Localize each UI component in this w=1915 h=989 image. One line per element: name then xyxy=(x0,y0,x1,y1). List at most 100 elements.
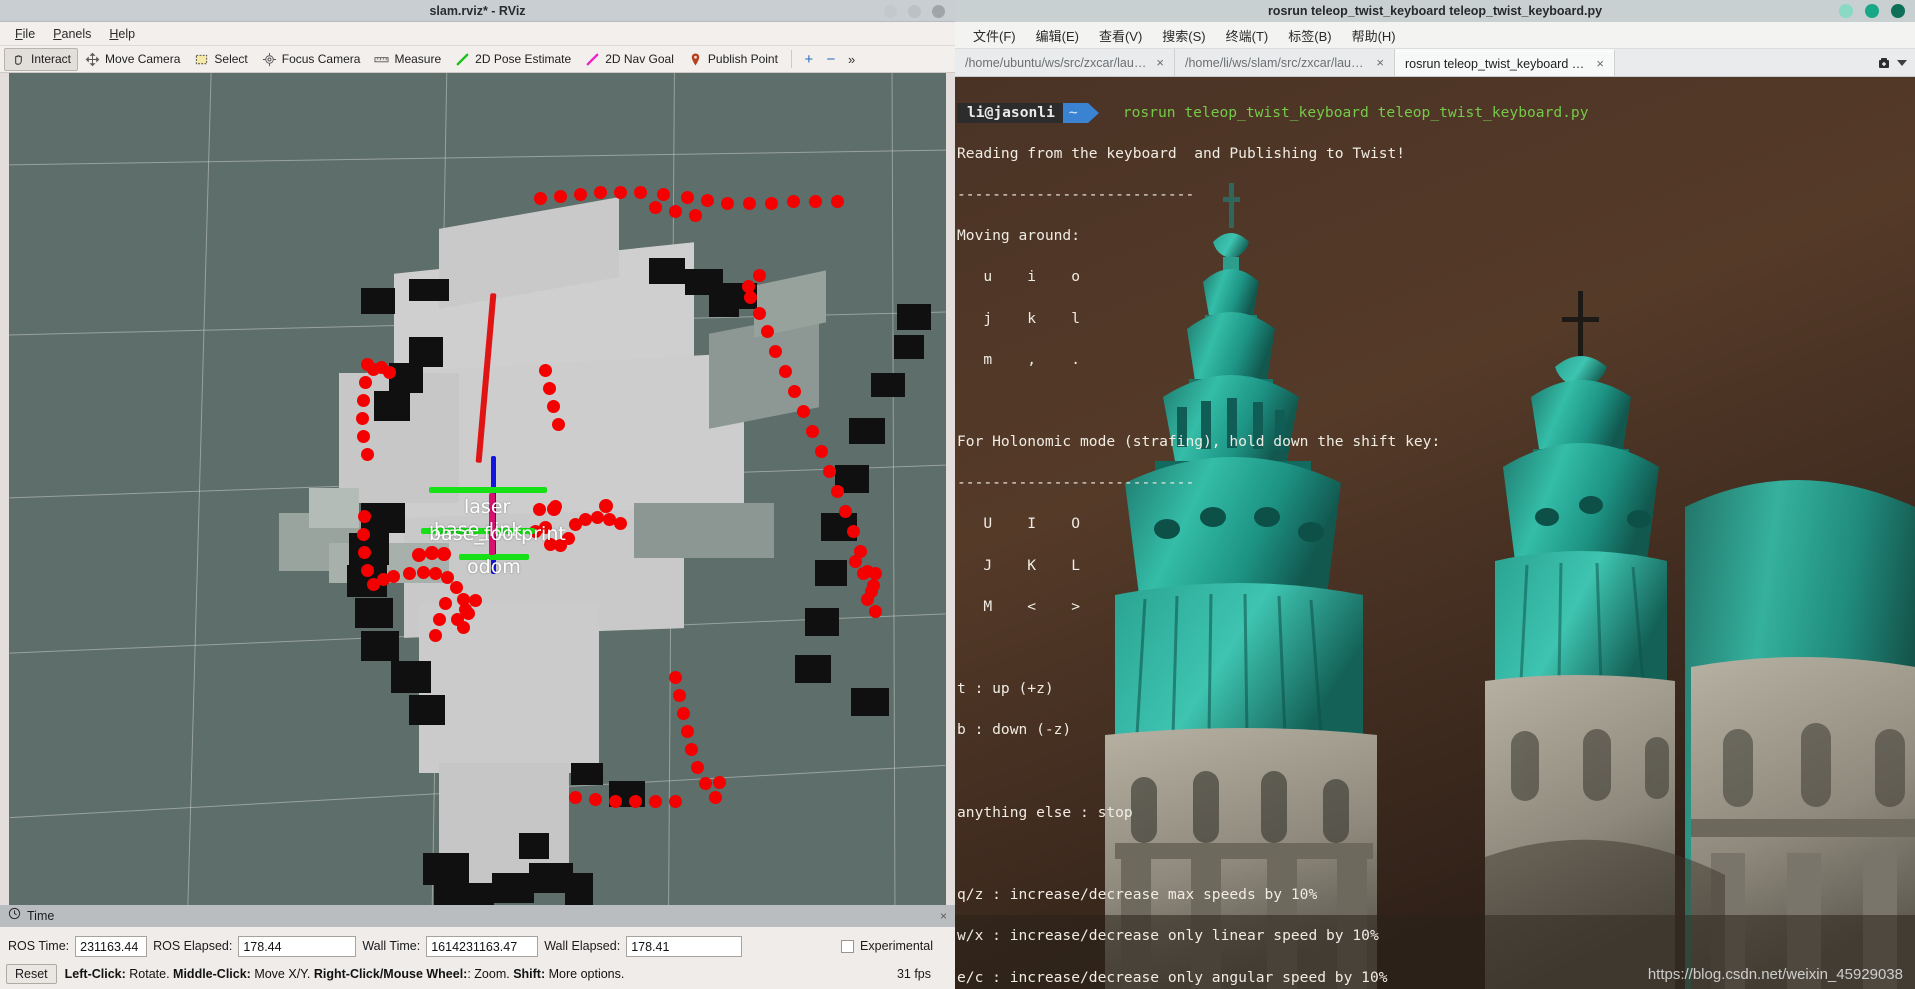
wall-time-input[interactable]: 1614231163.47 xyxy=(426,935,539,957)
tool-move-camera[interactable]: Move Camera xyxy=(78,48,187,71)
toolbar-separator xyxy=(790,50,792,68)
terminal-output-line: Moving around: xyxy=(957,227,1081,245)
tool-2d-nav-goal[interactable]: 2D Nav Goal xyxy=(578,48,681,71)
terminal-menu-file[interactable]: 文件(F) xyxy=(963,24,1026,47)
prompt-command: rosrun teleop_twist_keyboard teleop_twis… xyxy=(1122,103,1589,121)
fps-counter: 31 fps xyxy=(896,967,931,981)
view-canvas: laser base_link base_footprint odom xyxy=(9,73,946,905)
frame-label-laser: laser xyxy=(464,496,511,518)
wall-elapsed-input[interactable]: 178.41 xyxy=(626,935,743,957)
expand-right-panel-handle[interactable] xyxy=(946,73,955,905)
clock-icon xyxy=(8,907,21,925)
map-pin-icon xyxy=(688,52,703,67)
new-tab-icon[interactable] xyxy=(1875,54,1893,72)
ros-time-label: ROS Time: xyxy=(8,939,70,953)
prompt-path: ~ xyxy=(1062,102,1099,124)
tool-interact[interactable]: Interact xyxy=(4,47,79,71)
terminal-maximize-button[interactable] xyxy=(1865,4,1879,18)
frame-label-odom: odom xyxy=(467,556,521,578)
hint-3-text: More options. xyxy=(545,967,625,981)
y-axis-upper xyxy=(429,487,547,493)
hint-2-bold: Right-Click/Mouse Wheel: xyxy=(313,967,468,981)
terminal-output: li@jasonli ~ rosrun teleop_twist_keyboard… xyxy=(955,77,1915,989)
terminal-output-line: --------------------------- xyxy=(957,474,1195,492)
tool-publish-point[interactable]: Publish Point xyxy=(681,48,785,71)
terminal-prompt-line: li@jasonli ~ rosrun teleop_twist_keyboard… xyxy=(957,102,1915,124)
terminal-tab-0-label: /home/ubuntu/ws/src/zxcar/launch/l... xyxy=(965,55,1147,70)
terminal-menu-edit[interactable]: 编辑(E) xyxy=(1026,24,1089,47)
terminal-tab-2-close-icon[interactable]: × xyxy=(1596,56,1604,71)
menu-file[interactable]: File xyxy=(6,25,44,43)
rviz-titlebar: slam.rviz* - RViz xyxy=(0,0,955,22)
rviz-window: slam.rviz* - RViz File Panels Help Inter… xyxy=(0,0,955,989)
tool-2d-pose-estimate[interactable]: 2D Pose Estimate xyxy=(448,48,578,71)
terminal-menubar: 文件(F) 编辑(E) 查看(V) 搜索(S) 终端(T) 标签(B) 帮助(H… xyxy=(955,22,1915,49)
tool-focus-camera[interactable]: Focus Camera xyxy=(255,48,368,71)
rviz-minimize-button[interactable] xyxy=(884,4,897,18)
time-panel-close-button[interactable]: × xyxy=(940,909,947,923)
terminal-window: rosrun teleop_twist_keyboard teleop_twis… xyxy=(955,0,1915,989)
terminal-tab-0[interactable]: /home/ubuntu/ws/src/zxcar/launch/l... × xyxy=(955,49,1175,76)
wall-time-label: Wall Time: xyxy=(362,939,421,953)
terminal-menu-terminal[interactable]: 终端(T) xyxy=(1216,24,1279,47)
rviz-window-title: slam.rviz* - RViz xyxy=(429,3,526,18)
experimental-checkbox[interactable] xyxy=(841,939,855,953)
terminal-menu-view[interactable]: 查看(V) xyxy=(1089,24,1152,47)
remove-tool-button[interactable]: − xyxy=(820,49,842,69)
tool-select[interactable]: Select xyxy=(187,48,254,71)
toolbar-overflow-button[interactable]: » xyxy=(842,52,861,67)
tool-publish-point-label: Publish Point xyxy=(707,52,778,66)
frame-label-base-footprint: base_footprint xyxy=(429,523,566,545)
ros-time-input[interactable]: 231163.44 xyxy=(75,935,148,957)
terminal-body[interactable]: li@jasonli ~ rosrun teleop_twist_keyboard… xyxy=(955,77,1915,989)
tool-select-label: Select xyxy=(214,52,248,66)
hint-1-bold: Middle-Click: xyxy=(173,967,251,981)
ros-elapsed-input[interactable]: 178.44 xyxy=(238,935,357,957)
terminal-menu-tabs[interactable]: 标签(B) xyxy=(1278,24,1341,47)
rviz-maximize-button[interactable] xyxy=(908,4,921,18)
terminal-titlebar: rosrun teleop_twist_keyboard teleop_twis… xyxy=(955,0,1915,22)
tool-measure-label: Measure xyxy=(394,52,442,66)
terminal-output-line: anything else : stop xyxy=(957,803,1133,821)
terminal-window-title: rosrun teleop_twist_keyboard teleop_twis… xyxy=(1267,4,1603,18)
menu-panels[interactable]: Panels xyxy=(44,25,100,43)
expand-left-panel-handle[interactable] xyxy=(0,73,9,905)
experimental-checkbox-group[interactable]: Experimental xyxy=(841,939,947,953)
rviz-3d-view[interactable]: laser base_link base_footprint odom xyxy=(0,73,955,905)
terminal-minimize-button[interactable] xyxy=(1839,4,1853,18)
mouse-hints: Left-Click: Rotate. Middle-Click: Move X… xyxy=(65,967,625,981)
watermark-url: https://blog.csdn.net/weixin_45929038 xyxy=(1647,966,1903,983)
time-panel-header: Time × xyxy=(0,905,955,927)
rviz-status-bar: Reset Left-Click: Rotate. Middle-Click: … xyxy=(0,961,955,989)
terminal-tab-1[interactable]: /home/li/ws/slam/src/zxcar/launch/l... × xyxy=(1175,49,1395,76)
measure-ruler-icon xyxy=(374,52,389,67)
select-rect-icon xyxy=(194,52,209,67)
terminal-tab-1-close-icon[interactable]: × xyxy=(1376,55,1384,70)
chevron-down-icon[interactable] xyxy=(1897,59,1907,66)
reset-button[interactable]: Reset xyxy=(6,964,57,984)
ros-elapsed-label: ROS Elapsed: xyxy=(153,939,233,953)
menu-help[interactable]: Help xyxy=(100,25,144,43)
terminal-output-line: w/x : increase/decrease only linear spee… xyxy=(957,927,1379,945)
terminal-close-button[interactable] xyxy=(1891,4,1905,18)
tool-measure[interactable]: Measure xyxy=(367,48,448,71)
terminal-tab-2[interactable]: rosrun teleop_twist_keyboard teleo... × xyxy=(1395,49,1615,76)
terminal-tab-1-label: /home/li/ws/slam/src/zxcar/launch/l... xyxy=(1185,55,1366,70)
terminal-menu-help[interactable]: 帮助(H) xyxy=(1342,24,1406,47)
tool-move-camera-label: Move Camera xyxy=(105,52,181,66)
terminal-tab-0-close-icon[interactable]: × xyxy=(1156,55,1164,70)
wall-elapsed-label: Wall Elapsed: xyxy=(544,939,621,953)
terminal-output-line: u i o xyxy=(957,268,1081,286)
terminal-output-line: J K L xyxy=(957,556,1081,574)
rviz-close-button[interactable] xyxy=(932,4,945,18)
rviz-menubar: File Panels Help xyxy=(0,22,955,46)
terminal-window-buttons xyxy=(1839,4,1905,18)
terminal-tabbar: /home/ubuntu/ws/src/zxcar/launch/l... × … xyxy=(955,49,1915,77)
hint-2-text: : Zoom. xyxy=(467,967,510,981)
add-tool-button[interactable]: + xyxy=(798,49,820,69)
terminal-menu-search[interactable]: 搜索(S) xyxy=(1152,24,1215,47)
